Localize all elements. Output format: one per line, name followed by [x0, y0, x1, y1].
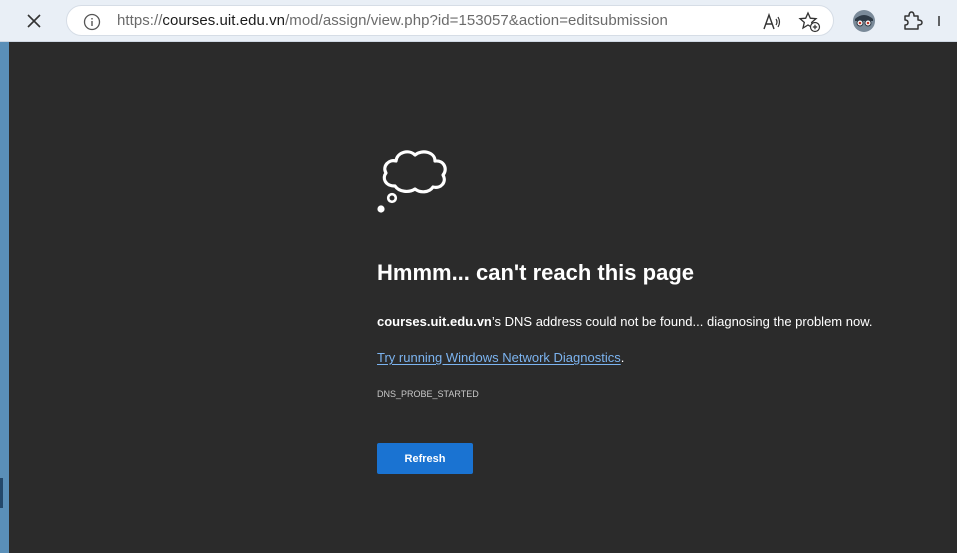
- url-path: /mod/assign/view.php?id=153057&action=ed…: [285, 12, 668, 29]
- info-icon[interactable]: [82, 12, 102, 32]
- extensions-icon[interactable]: [898, 8, 924, 34]
- error-page: Hmmm... can't reach this page courses.ui…: [9, 42, 957, 553]
- url-prefix: https://: [117, 12, 163, 29]
- network-diagnostics-link[interactable]: Try running Windows Network Diagnostics: [377, 350, 621, 365]
- url-host: courses.uit.edu.vn: [162, 12, 286, 29]
- refresh-button[interactable]: Refresh: [377, 443, 473, 474]
- browser-toolbar: https://courses.uit.edu.vn/mod/assign/vi…: [0, 0, 957, 42]
- cloud-icon: [377, 150, 447, 213]
- close-icon: [27, 14, 41, 28]
- error-headline: Hmmm... can't reach this page: [377, 260, 694, 285]
- stop-loading-button[interactable]: [20, 8, 48, 34]
- chevron-icon[interactable]: [935, 10, 949, 32]
- error-message: courses.uit.edu.vn’s DNS address could n…: [377, 314, 873, 329]
- address-bar[interactable]: https://courses.uit.edu.vn/mod/assign/vi…: [66, 5, 834, 36]
- error-message-rest: ’s DNS address could not be found... dia…: [491, 314, 873, 329]
- error-host: courses.uit.edu.vn: [377, 314, 492, 329]
- add-favorite-icon[interactable]: [797, 10, 821, 34]
- diagnostics-line: Try running Windows Network Diagnostics.: [377, 350, 624, 365]
- sidebar-notch: [0, 478, 3, 508]
- sidebar-strip: [0, 42, 9, 553]
- diagnostics-suffix: .: [620, 350, 625, 365]
- read-aloud-icon[interactable]: [761, 11, 783, 33]
- error-code: DNS_PROBE_STARTED: [377, 389, 479, 399]
- url-text[interactable]: https://courses.uit.edu.vn/mod/assign/vi…: [117, 12, 668, 29]
- profile-icon[interactable]: [851, 8, 877, 34]
